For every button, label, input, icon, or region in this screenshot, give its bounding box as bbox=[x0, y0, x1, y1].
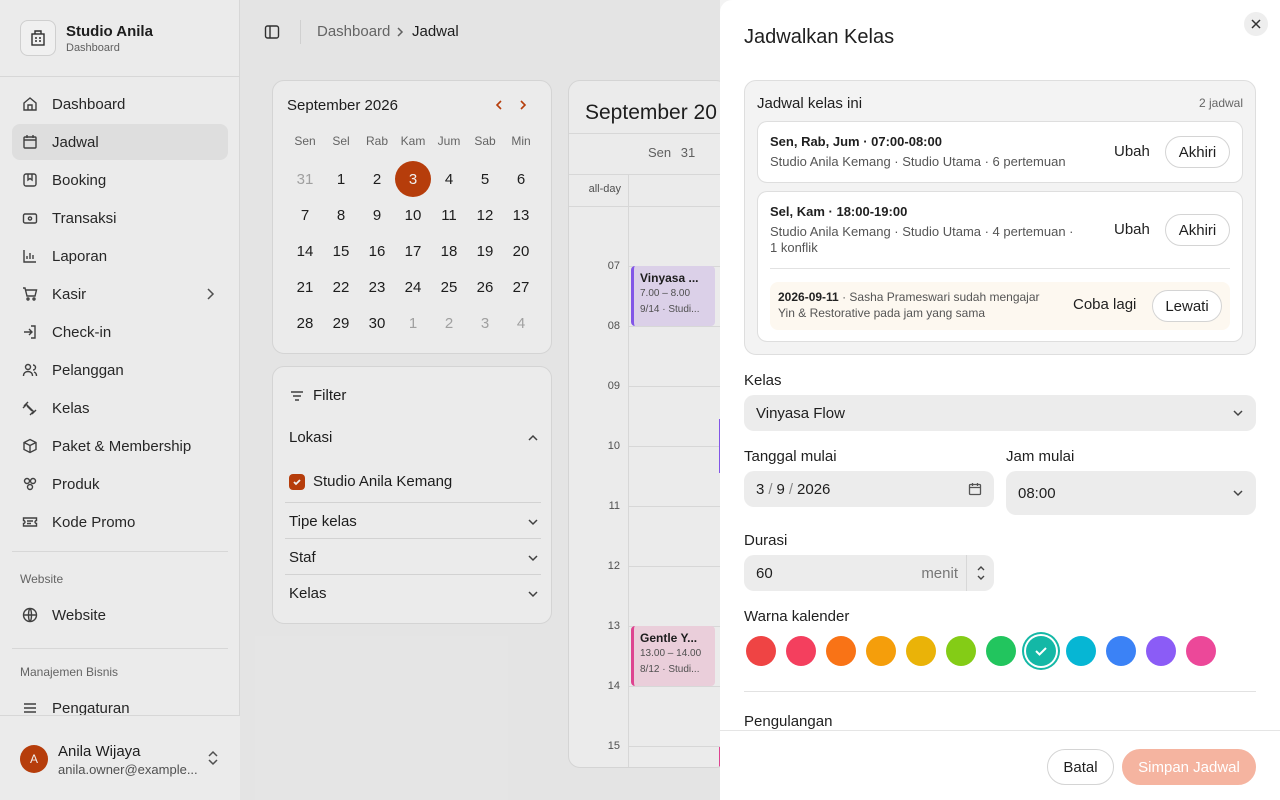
schedule-details: Studio Anila Kemang · Studio Utama · 6 p… bbox=[770, 154, 1066, 169]
panel-title: Jadwalkan Kelas bbox=[744, 26, 895, 48]
chevron-down-icon bbox=[1233, 410, 1243, 417]
chevron-down-icon bbox=[1233, 490, 1243, 497]
chevron-up-icon[interactable] bbox=[976, 565, 986, 571]
chevron-down-icon[interactable] bbox=[976, 575, 986, 581]
duration-input[interactable]: 60 menit bbox=[744, 555, 994, 591]
color-swatch[interactable] bbox=[1106, 636, 1136, 666]
duration-label: Durasi bbox=[744, 532, 788, 549]
check-icon bbox=[1035, 647, 1047, 656]
color-swatch[interactable] bbox=[826, 636, 856, 666]
cancel-button[interactable]: Batal bbox=[1047, 749, 1114, 785]
edit-schedule-button[interactable]: Ubah bbox=[1114, 221, 1150, 238]
color-swatch[interactable] bbox=[1186, 636, 1216, 666]
existing-schedules-title: Jadwal kelas ini bbox=[757, 95, 863, 112]
schedule-item: Sen, Rab, Jum · 07:00-08:00 Studio Anila… bbox=[757, 121, 1243, 183]
date-year[interactable]: 2026 bbox=[797, 481, 830, 498]
start-date-input[interactable]: 3 / 9 / 2026 bbox=[744, 471, 994, 507]
save-schedule-button[interactable]: Simpan Jadwal bbox=[1122, 749, 1256, 785]
repeat-label: Pengulangan bbox=[744, 713, 833, 730]
start-time-label: Jam mulai bbox=[1006, 448, 1075, 465]
color-swatch[interactable] bbox=[866, 636, 896, 666]
start-time-select[interactable]: 08:00 bbox=[1006, 471, 1256, 515]
schedule-count: 2 jadwal bbox=[1198, 96, 1243, 110]
color-swatch[interactable] bbox=[1066, 636, 1096, 666]
class-select[interactable]: Vinyasa Flow bbox=[744, 395, 1256, 431]
close-icon bbox=[1251, 19, 1261, 29]
conflict-date: 2026-09-11 bbox=[778, 290, 839, 304]
conflict-message: 2026-09-11 · Sasha Prameswari sudah meng… bbox=[778, 289, 1058, 321]
color-swatch[interactable] bbox=[986, 636, 1016, 666]
schedule-class-panel: Jadwalkan Kelas Jadwal kelas ini 2 jadwa… bbox=[720, 0, 1280, 800]
existing-schedules: Jadwal kelas ini 2 jadwal Sen, Rab, Jum … bbox=[744, 80, 1256, 355]
retry-button[interactable]: Coba lagi bbox=[1073, 296, 1136, 313]
start-date-label: Tanggal mulai bbox=[744, 448, 837, 465]
color-label: Warna kalender bbox=[744, 608, 850, 625]
modal-backdrop[interactable] bbox=[0, 0, 720, 800]
schedule-title: Sel, Kam · 18:00-19:00 bbox=[770, 204, 908, 219]
date-separator: / bbox=[768, 480, 773, 498]
color-swatch[interactable] bbox=[746, 636, 776, 666]
divider bbox=[770, 268, 1230, 269]
end-schedule-button[interactable]: Akhiri bbox=[1165, 136, 1230, 168]
class-value: Vinyasa Flow bbox=[756, 404, 845, 422]
end-schedule-button[interactable]: Akhiri bbox=[1165, 214, 1230, 246]
color-swatch[interactable] bbox=[786, 636, 816, 666]
schedule-item: Sel, Kam · 18:00-19:00 Studio Anila Kema… bbox=[757, 191, 1243, 342]
divider bbox=[744, 691, 1256, 692]
schedule-details: Studio Anila Kemang · Studio Utama · 4 p… bbox=[770, 224, 1074, 255]
date-month[interactable]: 9 bbox=[777, 481, 785, 498]
date-separator: / bbox=[788, 480, 794, 498]
duration-stepper[interactable] bbox=[966, 555, 994, 591]
schedule-title: Sen, Rab, Jum · 07:00-08:00 bbox=[770, 134, 942, 149]
start-time-value: 08:00 bbox=[1018, 484, 1056, 502]
panel-footer: Batal Simpan Jadwal bbox=[720, 730, 1280, 800]
class-label: Kelas bbox=[744, 372, 782, 389]
color-swatch[interactable] bbox=[906, 636, 936, 666]
color-swatch[interactable] bbox=[1146, 636, 1176, 666]
conflict-notice: 2026-09-11 · Sasha Prameswari sudah meng… bbox=[770, 282, 1230, 330]
skip-button[interactable]: Lewati bbox=[1152, 290, 1222, 322]
calendar-icon[interactable] bbox=[968, 482, 982, 496]
close-button[interactable] bbox=[1244, 12, 1268, 36]
color-swatch[interactable] bbox=[1026, 636, 1056, 666]
duration-unit: menit bbox=[921, 564, 958, 582]
duration-value[interactable]: 60 bbox=[756, 565, 773, 582]
color-swatch[interactable] bbox=[946, 636, 976, 666]
edit-schedule-button[interactable]: Ubah bbox=[1114, 143, 1150, 160]
date-day[interactable]: 3 bbox=[756, 481, 764, 498]
